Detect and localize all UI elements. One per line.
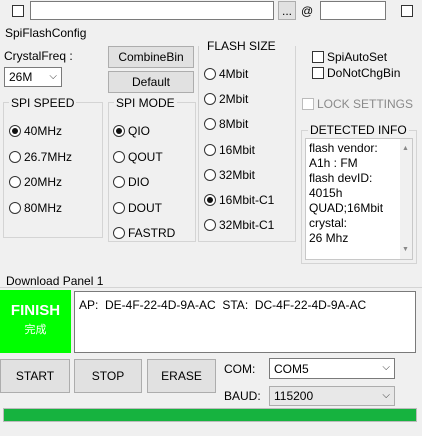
progress-fill (4, 409, 416, 421)
address-checkbox[interactable] (401, 5, 413, 17)
spi-speed-group (3, 102, 103, 238)
do-not-chg-bin-checkbox[interactable] (312, 67, 324, 79)
detected-info-line: flash devID: (309, 171, 373, 185)
com-label: COM: (224, 362, 256, 376)
spi-speed-option-label: 26.7MHz (24, 149, 73, 164)
flash-size-option-label: 16Mbit (219, 142, 256, 157)
default-button[interactable]: Default (108, 71, 194, 93)
flash-size-option-label: 16Mbit-C1 (219, 193, 275, 207)
flash-size-option-label: 4Mbit (219, 67, 249, 81)
spi-speed-option-label: 40MHz (24, 124, 63, 138)
spi-speed-option-label: 20MHz (24, 175, 63, 189)
spi-speed-title: SPI SPEED (9, 96, 77, 110)
lock-settings-checkbox[interactable] (302, 98, 314, 110)
flash-size-option-label: 8Mbit (219, 117, 249, 132)
spi-mode-option-label: QIO (128, 124, 151, 138)
flash-size-radio-3[interactable] (204, 143, 216, 156)
start-button[interactable]: START (0, 359, 70, 393)
detected-info-line: crystal: (309, 216, 348, 230)
detected-info-line: A1h : FM (309, 156, 358, 170)
com-port-select[interactable]: COM5 ⌵ (269, 358, 395, 379)
spi-mode-option-label: DIO (128, 175, 150, 189)
scroll-up-icon[interactable]: ▲ (402, 141, 409, 156)
spi-speed-radio-1[interactable] (9, 150, 21, 163)
detected-info-title: DETECTED INFO (308, 123, 409, 137)
com-port-value: COM5 (274, 361, 309, 376)
crystal-freq-value: 26M (9, 70, 33, 84)
detected-info-line: 4015h (309, 186, 343, 200)
detected-info-lines: flash vendor: A1h : FM flash devID: 4015h QU… (309, 141, 409, 246)
status-subtext: 完成 (24, 324, 47, 336)
lock-settings-label: LOCK SETTINGS (317, 97, 414, 111)
spi-mode-radio-2[interactable] (113, 176, 125, 188)
config-section-title: SpiFlashConfig (5, 26, 87, 40)
at-label: @ (301, 4, 314, 18)
status-indicator: FINISH 完成 (0, 290, 71, 353)
flash-size-radio-0[interactable] (204, 68, 216, 80)
spi-speed-option-label: 80MHz (24, 200, 63, 215)
chevron-down-icon: ⌵ (382, 362, 390, 373)
detected-info-line: flash vendor: (309, 141, 378, 155)
browse-button[interactable]: ... (278, 1, 296, 20)
scroll-down-icon[interactable]: ▼ (402, 242, 409, 257)
spi-speed-radio-3[interactable] (9, 201, 21, 214)
flash-size-title: FLASH SIZE (205, 39, 278, 53)
flash-size-option-label: 32Mbit (219, 167, 256, 182)
scrollbar[interactable]: ▲ ▼ (400, 139, 412, 259)
spi-mode-option-label: QOUT (128, 149, 163, 164)
flash-size-radio-4[interactable] (204, 168, 216, 181)
download-panel-separator (0, 287, 422, 288)
stop-button[interactable]: STOP (74, 359, 142, 393)
do-not-chg-bin-label: DoNotChgBin (327, 66, 401, 80)
detected-info-line: 26 Mhz (309, 231, 349, 245)
detected-info-line: QUAD;16Mbit (309, 201, 384, 215)
spi-mode-radio-4[interactable] (113, 227, 125, 239)
spi-mode-radio-3[interactable] (113, 201, 125, 214)
chevron-down-icon: ⌵ (49, 71, 57, 82)
spi-auto-set-checkbox[interactable] (312, 51, 324, 63)
baud-rate-value: 115200 (274, 389, 314, 403)
spi-auto-set-label: SpiAutoSet (327, 50, 388, 64)
spi-speed-radio-0[interactable] (9, 125, 21, 137)
download-log[interactable]: AP: DE-4F-22-4D-9A-AC STA: DC-4F-22-4D-9… (74, 291, 416, 353)
download-panel-title: Download Panel 1 (6, 274, 104, 288)
file-enable-checkbox[interactable] (12, 5, 24, 17)
combine-bin-button[interactable]: CombineBin (108, 46, 194, 68)
spi-mode-option-label: DOUT (128, 200, 162, 215)
erase-button[interactable]: ERASE (147, 359, 216, 393)
spi-mode-radio-0[interactable] (113, 125, 125, 137)
spi-mode-group (108, 102, 196, 242)
top-bar: ... @ (0, 0, 422, 22)
baud-label: BAUD: (224, 389, 261, 403)
baud-rate-select[interactable]: 115200 ⌵ (269, 386, 395, 406)
status-text: FINISH (10, 302, 61, 319)
file-path-input[interactable] (30, 1, 274, 20)
crystal-freq-select[interactable]: 26M ⌵ (4, 67, 62, 87)
spi-mode-radio-1[interactable] (113, 150, 125, 163)
progress-bar (3, 408, 417, 422)
spi-speed-radio-2[interactable] (9, 176, 21, 188)
flash-size-radio-5[interactable] (204, 194, 216, 206)
chevron-down-icon: ⌵ (382, 390, 390, 401)
detected-info-text[interactable]: flash vendor: A1h : FM flash devID: 4015h QU… (305, 138, 413, 260)
flash-size-option-label: 2Mbit (219, 92, 249, 107)
spi-mode-option-label: FASTRD (128, 226, 176, 240)
spi-mode-title: SPI MODE (114, 96, 177, 110)
download-log-text: AP: DE-4F-22-4D-9A-AC STA: DC-4F-22-4D-9… (79, 298, 367, 312)
address-input[interactable] (320, 1, 386, 20)
flash-size-option-label: 32Mbit-C1 (219, 218, 275, 233)
crystal-freq-label: CrystalFreq : (4, 49, 73, 63)
